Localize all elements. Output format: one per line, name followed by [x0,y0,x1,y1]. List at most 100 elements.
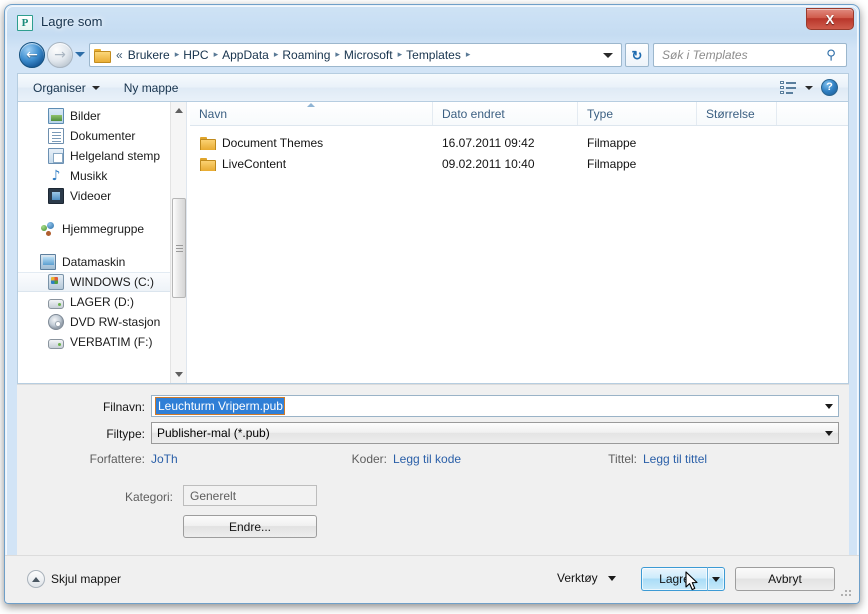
close-button[interactable]: X [806,8,854,30]
help-icon[interactable]: ? [821,79,838,96]
refresh-icon: ↻ [631,47,643,63]
folder-icon [200,157,216,171]
forward-arrow-icon: → [54,47,66,63]
resize-grip-icon[interactable] [841,586,853,598]
help-glyph: ? [826,81,833,93]
chevron-right-icon: ▸ [335,50,340,60]
hide-folders-button[interactable]: Skjul mapper [27,570,121,588]
sort-ascending-icon [307,103,315,107]
view-list-icon[interactable] [780,80,797,95]
window-title: Lagre som [41,14,103,29]
sidebar-item-helgeland-stemp[interactable]: Helgeland stemp [18,146,186,166]
sidebar-item-label: Dokumenter [70,129,136,143]
tags-value[interactable]: Legg til kode [393,452,461,466]
command-toolbar: Organiser Ny mappe ? [17,73,849,101]
new-folder-label: Ny mappe [123,80,179,95]
sidebar-divider [18,239,186,252]
sidebar-item-musikk[interactable]: ♪ Musikk [18,166,186,186]
breadcrumb-overflow[interactable]: « [110,48,125,62]
scrollbar-thumb[interactable] [172,198,186,298]
file-date: 16.07.2011 09:42 [442,135,535,150]
hard-drive-icon [48,298,64,309]
sidebar-item-bilder[interactable]: Bilder [18,106,186,126]
file-type: Filmappe [587,135,637,150]
table-row[interactable]: LiveContent 09.02.2011 10:40 Filmappe [190,153,848,174]
back-button[interactable]: ← [19,42,45,68]
breadcrumb-item-4[interactable]: Microsoft [341,48,396,62]
column-header-storrelse[interactable]: Størrelse [697,102,777,125]
sidebar-item-verbatim-f[interactable]: VERBATIM (F:) [18,332,186,352]
organise-label: Organiser [33,80,86,95]
breadcrumb-item-0[interactable]: Brukere [125,48,173,62]
sidebar-item-videoer[interactable]: Videoer [18,186,186,206]
change-button[interactable]: Endre... [183,515,317,538]
hard-drive-icon [48,338,64,349]
column-header-type[interactable]: Type [578,102,697,125]
sidebar-item-label: Datamaskin [62,255,126,269]
sidebar-item-dokumenter[interactable]: Dokumenter [18,126,186,146]
search-placeholder: Søk i Templates [662,48,748,62]
new-folder-button[interactable]: Ny mappe [115,78,188,98]
breadcrumb-item-3[interactable]: Roaming [279,48,333,62]
library-icon [48,148,64,164]
table-row[interactable]: Document Themes 16.07.2011 09:42 Filmapp… [190,132,848,153]
hide-folders-label: Skjul mapper [51,572,122,586]
save-as-dialog: P Lagre som X ← → « Brukere ▸ HPC ▸ AppD… [4,4,860,604]
view-chevron-down-icon[interactable] [805,85,813,90]
breadcrumb-item-2[interactable]: AppData [219,48,272,62]
filetype-dropdown-icon[interactable] [820,423,837,443]
windows-drive-icon [48,274,64,290]
file-list: Navn Dato endret Type Størrelse Document… [190,102,848,383]
scroll-down-arrow-icon[interactable] [171,366,186,383]
column-header-row: Navn Dato endret Type Størrelse [190,102,848,126]
save-button[interactable]: Lagre [641,567,707,591]
chevron-down-icon [712,576,720,582]
sidebar-item-hjemmegruppe[interactable]: Hjemmegruppe [18,219,186,239]
column-header-dato-endret[interactable]: Dato endret [433,102,578,125]
breadcrumb-item-5[interactable]: Templates [403,48,464,62]
search-input[interactable]: Søk i Templates ⚲ [653,43,847,67]
category-input[interactable]: Generelt [183,485,317,506]
forward-button[interactable]: → [47,42,73,68]
sidebar-item-datamaskin[interactable]: Datamaskin [18,252,186,272]
authors-label: Forfattere: [89,452,145,466]
sidebar-item-dvd-rw[interactable]: DVD RW-stasjon [18,312,186,332]
title-value[interactable]: Legg til tittel [643,452,707,466]
category-value: Generelt [190,488,237,503]
pictures-icon [48,108,64,124]
title-label: Tittel: [608,452,637,466]
breadcrumb-item-1[interactable]: HPC [180,48,211,62]
sidebar-item-label: Videoer [70,189,112,203]
chevron-right-icon: ▸ [273,50,279,60]
chevron-right-icon: ▸ [213,50,219,60]
sidebar-item-lager-d[interactable]: LAGER (D:) [18,292,186,312]
authors-value[interactable]: JoTh [151,452,178,466]
tools-button[interactable]: Verktøy [557,571,616,585]
close-icon: X [825,11,835,27]
address-dropdown-icon[interactable] [603,52,613,58]
save-form: Filnavn: Leuchturm Vriperm.pub Filtype: … [17,384,849,557]
filename-label: Filnavn: [102,400,145,414]
scroll-up-arrow-icon[interactable] [171,102,186,119]
refresh-button[interactable]: ↻ [625,43,649,67]
filename-dropdown-icon[interactable] [820,396,837,416]
filetype-select[interactable]: Publisher-mal (*.pub) [151,422,839,444]
sidebar-scrollbar[interactable] [170,102,186,383]
publisher-icon-letter: P [21,16,29,29]
chevron-down-icon [607,575,616,581]
recent-locations-chevron-icon[interactable] [75,52,85,57]
sidebar-item-windows-c[interactable]: WINDOWS (C:) [18,272,186,292]
column-label: Dato endret [442,106,505,121]
cancel-button[interactable]: Avbryt [735,567,835,591]
back-arrow-icon: ← [26,47,38,63]
filename-value: Leuchturm Vriperm.pub [155,397,285,415]
column-header-navn[interactable]: Navn [190,102,433,125]
filename-input[interactable]: Leuchturm Vriperm.pub [151,395,839,417]
sidebar-item-label: Musikk [70,169,108,183]
save-split-button: Lagre [641,567,725,591]
organise-button[interactable]: Organiser [24,78,109,98]
sidebar-item-label: VERBATIM (F:) [70,335,153,349]
tags-label: Koder: [351,452,387,466]
save-dropdown-button[interactable] [707,567,725,591]
address-bar[interactable]: « Brukere ▸ HPC ▸ AppData ▸ Roaming ▸ Mi… [89,43,622,67]
